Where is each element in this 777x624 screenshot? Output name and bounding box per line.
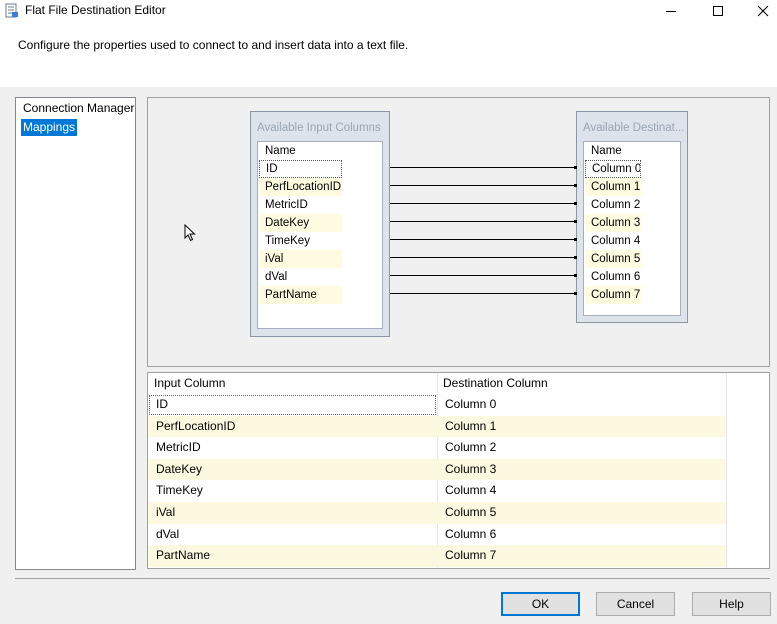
mapping-line-end [574,256,577,259]
table-row[interactable]: ID Column 0 [148,394,726,416]
nav-item-connection-manager[interactable]: Connection Manager [21,100,136,117]
input-column-cell[interactable]: PerfLocationID [148,416,437,438]
input-column-cell[interactable]: MetricID [148,437,437,459]
destination-column-cell[interactable]: Column 5 [437,502,726,524]
grid-header-destination-column[interactable]: Destination Column [437,373,726,394]
mapping-line-end [574,166,577,169]
maximize-button[interactable] [698,0,738,22]
input-column-cell[interactable]: PartName [148,545,437,567]
input-column-cell[interactable]: DateKey [148,459,437,481]
mapping-canvas[interactable]: Available Input Columns Name ID PerfLoca… [147,97,770,367]
close-icon [757,5,769,17]
title-bar: Flat File Destination Editor [0,0,777,22]
destination-column-cell[interactable]: Column 7 [437,545,726,567]
grid-header-input-column[interactable]: Input Column [148,373,437,394]
maximize-icon [712,5,724,17]
table-row[interactable]: PerfLocationID Column 1 [148,415,726,438]
mapping-line-end [574,274,577,277]
close-button[interactable] [743,0,777,22]
help-button[interactable]: Help [692,592,771,616]
mapping-line-end [574,220,577,223]
input-column-cell[interactable]: ID [148,394,437,416]
destination-column-cell[interactable]: Column 0 [437,394,726,416]
mapping-line-end [574,184,577,187]
mapping-lines [390,166,577,295]
page-nav: Connection Manager Mappings [15,97,136,570]
grid-column-separator [726,373,727,568]
destination-column-cell[interactable]: Column 2 [437,437,726,459]
nav-item-mappings[interactable]: Mappings [21,119,78,136]
minimize-icon [665,5,677,17]
destination-column-cell[interactable]: Column 6 [437,524,726,546]
table-row[interactable]: dVal Column 6 [148,524,726,546]
header-band: Configure the properties used to connect… [0,22,777,87]
table-row[interactable]: MetricID Column 2 [148,437,726,459]
table-row[interactable]: iVal Column 5 [148,502,726,524]
ok-button[interactable]: OK [501,592,580,616]
table-row[interactable]: DateKey Column 3 [148,458,726,481]
input-column-cell[interactable]: dVal [148,524,437,546]
mapping-line-end [574,292,577,295]
destination-column-cell[interactable]: Column 1 [437,416,726,438]
destination-column-cell[interactable]: Column 4 [437,480,726,502]
destination-column-cell[interactable]: Column 3 [437,459,726,481]
app-icon [4,3,19,18]
cancel-button[interactable]: Cancel [596,592,675,616]
mapping-line-end [574,238,577,241]
mapping-line-end [574,202,577,205]
mappings-grid[interactable]: Input Column Destination Column ID Colum… [147,372,770,569]
input-column-cell[interactable]: TimeKey [148,480,437,502]
table-row[interactable]: TimeKey Column 4 [148,480,726,502]
minimize-button[interactable] [651,0,691,22]
table-row[interactable]: PartName Column 7 [148,545,726,567]
input-column-cell[interactable]: iVal [148,502,437,524]
page-description: Configure the properties used to connect… [18,38,409,52]
mouse-cursor-icon [184,223,196,245]
window-title: Flat File Destination Editor [25,3,166,17]
footer-divider [15,578,770,579]
